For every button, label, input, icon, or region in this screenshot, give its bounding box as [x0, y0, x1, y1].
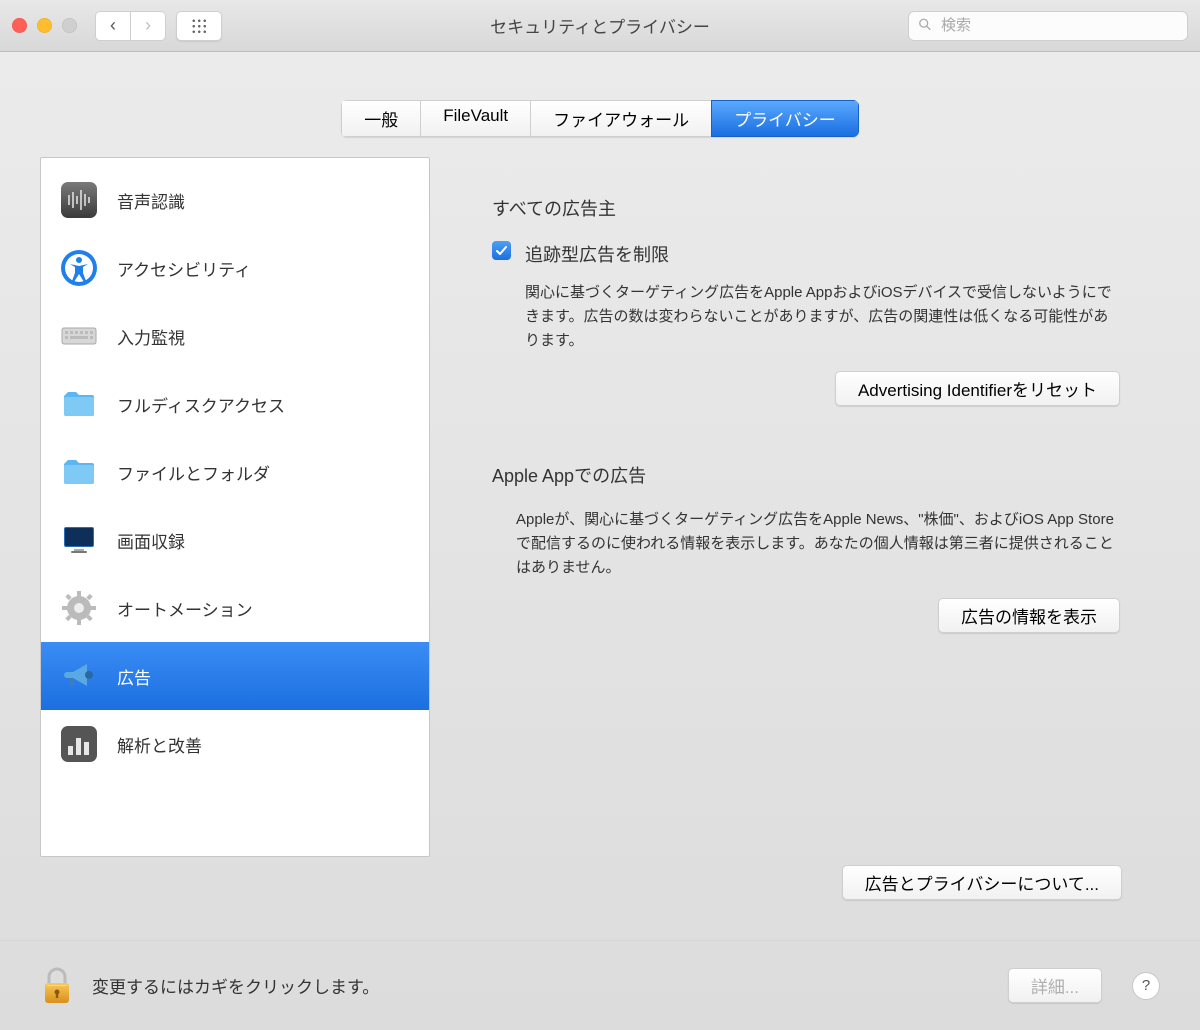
sidebar-item-analytics[interactable]: 解析と改善 [41, 710, 429, 778]
sidebar-item-label: 画面収録 [117, 528, 185, 553]
grid-icon [191, 18, 207, 34]
disk-folder-icon [59, 384, 99, 424]
automation-icon [59, 588, 99, 628]
section-title: Apple Appでの広告 [492, 462, 1122, 488]
display-icon [59, 520, 99, 560]
help-button[interactable]: ? [1132, 972, 1160, 1000]
sidebar-item-label: 解析と改善 [117, 732, 202, 757]
limit-ad-tracking-checkbox[interactable] [492, 241, 511, 260]
section-title: すべての広告主 [492, 195, 1122, 221]
about-ads-privacy-button[interactable]: 広告とプライバシーについて... [842, 865, 1122, 900]
sidebar-item-label: 音声認識 [117, 188, 185, 213]
close-window-button[interactable] [12, 18, 27, 33]
chevron-right-icon: › [145, 15, 151, 36]
content: 音声認識 アクセシビリティ 入力監視 フルディスクアクセス ファイルとフォルダ [0, 137, 1200, 940]
sidebar-item-advertising[interactable]: 広告 [41, 642, 429, 710]
checkbox-label: 追跡型広告を制限 [525, 241, 669, 267]
sidebar-item-speech[interactable]: 音声認識 [41, 166, 429, 234]
minimize-window-button[interactable] [37, 18, 52, 33]
sidebar-item-accessibility[interactable]: アクセシビリティ [41, 234, 429, 302]
detail-pane: すべての広告主 追跡型広告を制限 関心に基づくターゲティング広告をApple A… [454, 157, 1160, 940]
section-description: Appleが、関心に基づくターゲティング広告をApple News、"株価"、お… [516, 508, 1122, 580]
tab-filevault[interactable]: FileVault [420, 100, 530, 137]
reset-advertising-identifier-button[interactable]: Advertising Identifierをリセット [835, 371, 1120, 406]
privacy-category-list[interactable]: 音声認識 アクセシビリティ 入力監視 フルディスクアクセス ファイルとフォルダ [40, 157, 430, 857]
back-button[interactable]: ‹ [95, 11, 130, 41]
lock-button[interactable] [40, 965, 74, 1007]
section-description: 関心に基づくターゲティング広告をApple AppおよびiOSデバイスで受信しな… [525, 281, 1122, 353]
section-all-advertisers: すべての広告主 追跡型広告を制限 関心に基づくターゲティング広告をApple A… [492, 195, 1122, 406]
analytics-icon [59, 724, 99, 764]
sidebar-item-screen-recording[interactable]: 画面収録 [41, 506, 429, 574]
megaphone-icon [59, 656, 99, 696]
zoom-window-button[interactable] [62, 18, 77, 33]
sidebar-item-automation[interactable]: オートメーション [41, 574, 429, 642]
search-field[interactable] [908, 11, 1188, 41]
tab-privacy[interactable]: プライバシー [711, 100, 859, 137]
speech-icon [59, 180, 99, 220]
search-input[interactable] [908, 11, 1188, 41]
titlebar: ‹ › セキュリティとプライバシー [0, 0, 1200, 52]
tab-general[interactable]: 一般 [341, 100, 420, 137]
sidebar-item-label: 入力監視 [117, 324, 185, 349]
view-ad-info-button[interactable]: 広告の情報を表示 [938, 598, 1120, 633]
advanced-button[interactable]: 詳細... [1008, 968, 1102, 1003]
search-icon [918, 17, 932, 34]
tab-bar: 一般 FileVault ファイアウォール プライバシー [0, 52, 1200, 137]
window-title: セキュリティとプライバシー [490, 13, 710, 38]
window-controls [12, 18, 77, 33]
accessibility-icon [59, 248, 99, 288]
sidebar-item-label: フルディスクアクセス [117, 392, 285, 417]
lock-hint-text: 変更するにはカギをクリックします。 [92, 973, 990, 998]
sidebar-item-full-disk-access[interactable]: フルディスクアクセス [41, 370, 429, 438]
sidebar-item-label: アクセシビリティ [117, 256, 251, 281]
forward-button[interactable]: › [130, 11, 166, 41]
sidebar-item-input-monitoring[interactable]: 入力監視 [41, 302, 429, 370]
tab-firewall[interactable]: ファイアウォール [530, 100, 711, 137]
sidebar-item-files-folders[interactable]: ファイルとフォルダ [41, 438, 429, 506]
sidebar-item-label: 広告 [117, 664, 151, 689]
nav-group: ‹ › [95, 11, 166, 41]
chevron-left-icon: ‹ [110, 15, 116, 36]
sidebar-item-label: オートメーション [117, 596, 253, 621]
show-all-button[interactable] [176, 11, 222, 41]
folder-icon [59, 452, 99, 492]
keyboard-icon [59, 316, 99, 356]
section-apple-app-ads: Apple Appでの広告 Appleが、関心に基づくターゲティング広告をApp… [492, 462, 1122, 633]
sidebar-item-label: ファイルとフォルダ [117, 460, 270, 485]
footer: 変更するにはカギをクリックします。 詳細... ? [0, 940, 1200, 1030]
